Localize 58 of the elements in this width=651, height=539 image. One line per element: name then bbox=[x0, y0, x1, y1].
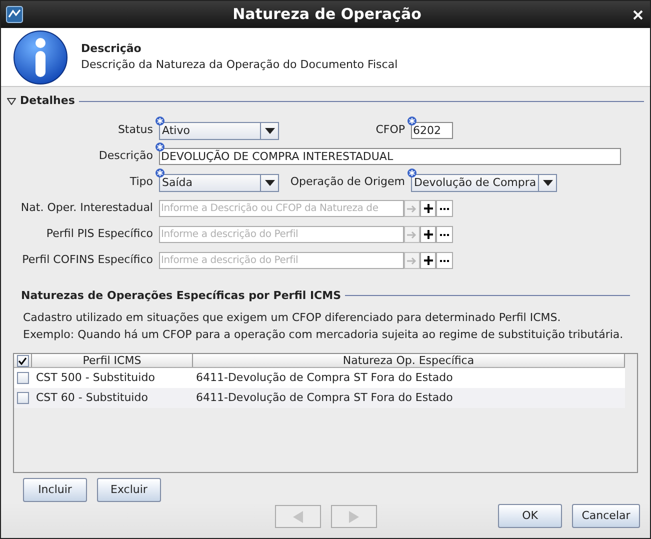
field-label: Perfil PIS Específico bbox=[45, 226, 154, 242]
checkbox[interactable] bbox=[17, 392, 29, 404]
checkbox[interactable] bbox=[16, 354, 28, 366]
cancel-button[interactable]: Cancelar bbox=[572, 504, 640, 528]
lookup-field[interactable]: Informe a Descrição ou CFOP da Natureza de bbox=[159, 200, 404, 217]
lookup-field[interactable]: Informe a descrição do Perfil bbox=[159, 252, 404, 269]
column-header[interactable]: Natureza Op. Específica bbox=[193, 354, 625, 367]
dropdown[interactable]: Ativo bbox=[159, 122, 279, 140]
plus-icon bbox=[424, 230, 432, 239]
field-label: Perfil COFINS Específico bbox=[21, 252, 154, 268]
close-button[interactable] bbox=[631, 8, 645, 22]
table-cell-text: CST 60 - Substituido bbox=[35, 390, 149, 406]
field-label: Tipo bbox=[128, 174, 154, 190]
lookup-field[interactable]: Informe a descrição do Perfil bbox=[159, 226, 404, 243]
arrow-right-icon bbox=[407, 230, 417, 238]
caret-icon bbox=[264, 180, 274, 186]
plus-icon bbox=[424, 204, 432, 213]
section-title: Naturezas de Operações Específicas por Perfil ICMS bbox=[21, 288, 341, 304]
arrow-right-icon bbox=[407, 204, 417, 212]
more-button[interactable] bbox=[436, 200, 453, 217]
add-button[interactable] bbox=[420, 226, 436, 243]
header-title: Descrição bbox=[81, 40, 142, 56]
field-label: CFOP bbox=[374, 122, 406, 138]
more-button[interactable] bbox=[436, 226, 453, 243]
table-cell-text: 6411-Devolução de Compra ST Fora do Estado bbox=[195, 390, 454, 406]
left-arrow-icon bbox=[293, 510, 303, 522]
right-arrow-icon bbox=[349, 510, 359, 522]
add-button[interactable] bbox=[420, 200, 436, 217]
description-text: Cadastro utilizado em situações que exigem um CFOP diferenciado para determinado Perfil ICMS. bbox=[23, 310, 562, 326]
field-label: Operação de Origem bbox=[289, 174, 406, 190]
dropdown[interactable]: Saída bbox=[159, 174, 279, 192]
add-row-button[interactable]: Incluir bbox=[23, 478, 87, 502]
caret-icon bbox=[542, 180, 553, 186]
window-title: Natureza de Operação bbox=[232, 4, 422, 26]
column-header[interactable]: Perfil ICMS bbox=[32, 354, 193, 367]
more-button[interactable] bbox=[436, 252, 453, 269]
close-icon bbox=[633, 10, 643, 20]
table-cell-text: CST 500 - Substituido bbox=[35, 370, 156, 386]
table-cell-text: 6411-Devolução de Compra ST Fora do Estado bbox=[195, 370, 454, 386]
field-label: Nat. Oper. Interestadual bbox=[20, 200, 154, 216]
app-icon bbox=[6, 6, 23, 23]
ok-button[interactable]: OK bbox=[498, 504, 562, 528]
field-label: Descrição bbox=[98, 148, 154, 164]
collapse-icon bbox=[7, 98, 16, 105]
add-button[interactable] bbox=[420, 252, 436, 269]
description-text: Exemplo: Quando há um CFOP para a operação com mercadoria sujeita ao regime de substituição tributária. bbox=[23, 326, 624, 342]
header-subtitle: Descrição da Natureza da Operação do Documento Fiscal bbox=[81, 57, 398, 73]
checkbox[interactable] bbox=[17, 372, 29, 384]
delete-row-button[interactable]: Excluir bbox=[97, 478, 161, 502]
arrow-right-icon bbox=[407, 256, 417, 264]
dropdown[interactable]: Devolução de Compra bbox=[411, 174, 557, 192]
text-field[interactable]: 6202 bbox=[411, 122, 453, 139]
text-field[interactable]: DEVOLUÇÃO DE COMPRA INTERESTADUAL bbox=[159, 148, 621, 165]
checkmark-icon bbox=[18, 356, 27, 364]
plus-icon bbox=[424, 256, 432, 265]
field-label: Status bbox=[116, 122, 154, 138]
caret-icon bbox=[264, 128, 274, 134]
section-toggle[interactable]: Detalhes bbox=[7, 93, 75, 110]
